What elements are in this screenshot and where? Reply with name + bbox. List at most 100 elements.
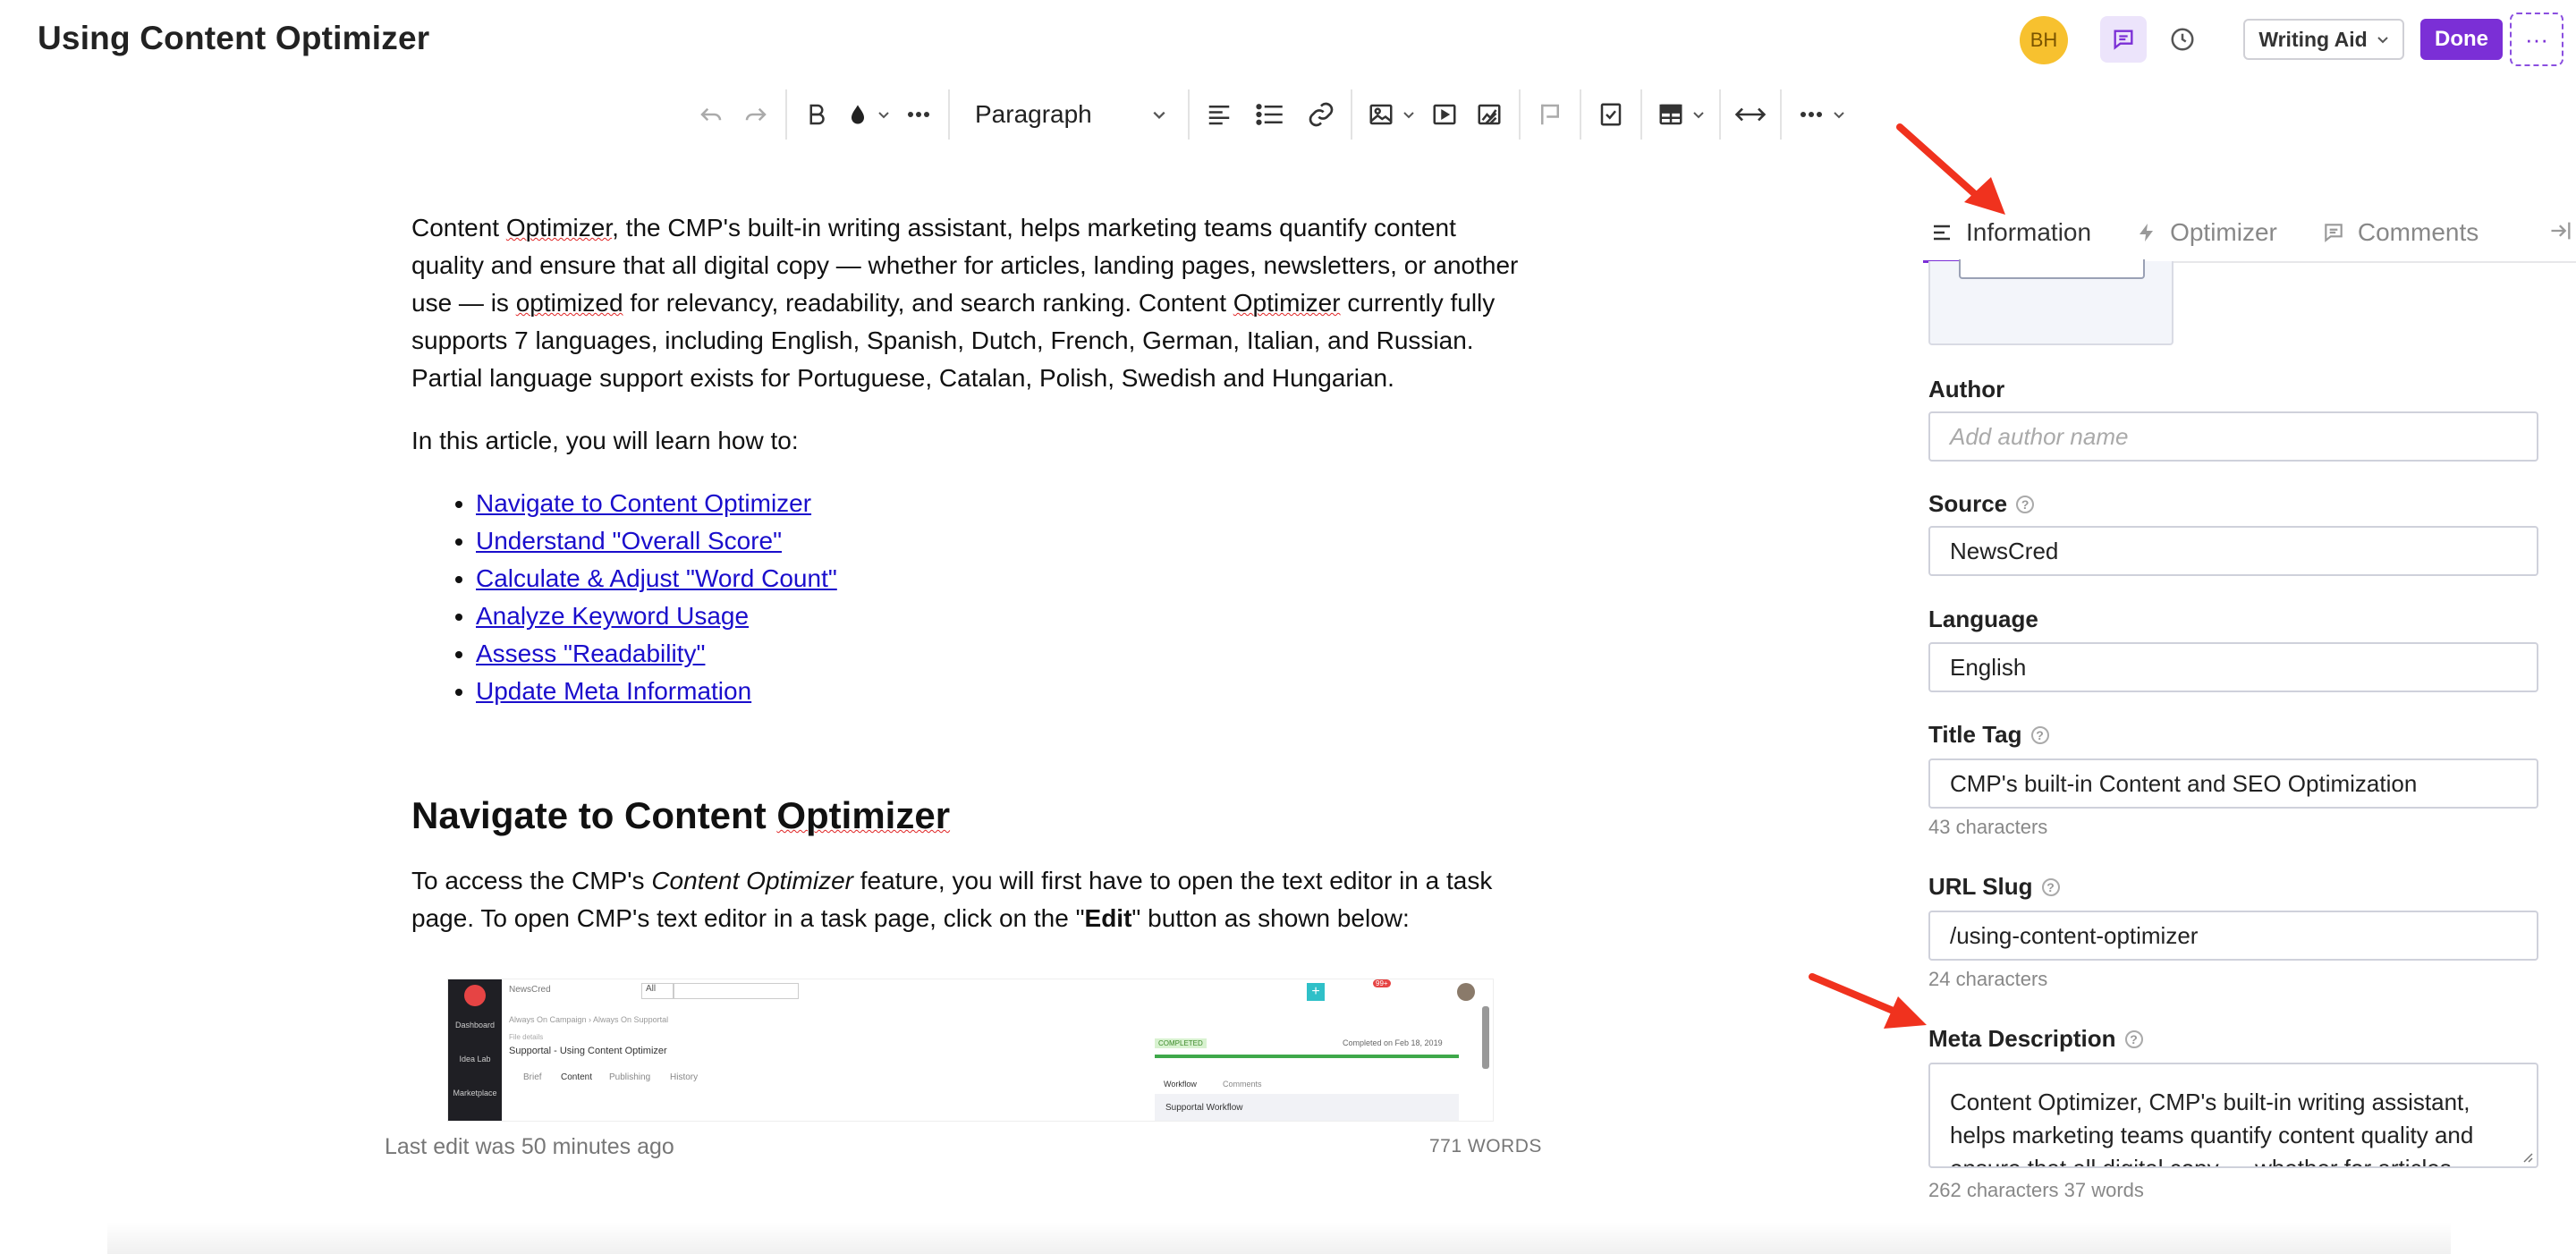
text-color-button[interactable] xyxy=(839,89,896,140)
full-width-button[interactable] xyxy=(1728,89,1773,140)
toc-link[interactable]: Navigate to Content Optimizer xyxy=(476,489,811,517)
toc-link[interactable]: Assess "Readability" xyxy=(476,640,705,667)
list-item: Assess "Readability" xyxy=(476,635,1521,673)
source-input[interactable]: NewsCred xyxy=(1928,526,2538,576)
access-text: " button as shown below: xyxy=(1131,904,1410,932)
done-button[interactable]: Done xyxy=(2420,19,2503,60)
author-input[interactable]: Add author name xyxy=(1928,411,2538,462)
link-button[interactable] xyxy=(1299,89,1343,140)
insert-image-button[interactable] xyxy=(1360,89,1422,140)
embed-task-title: Supportal - Using Content Optimizer xyxy=(509,1046,667,1056)
history-button[interactable] xyxy=(2159,16,2206,63)
insert-video-button[interactable] xyxy=(1422,89,1467,140)
field-label-text: Title Tag xyxy=(1928,721,2022,748)
embed-workflow-row: Supportal Workflow xyxy=(1155,1094,1459,1121)
language-select[interactable]: English xyxy=(1928,642,2538,692)
embed-side-tab: Comments xyxy=(1223,1080,1262,1089)
tab-comments[interactable]: Comments xyxy=(2315,211,2486,254)
change-image-button[interactable] xyxy=(1959,259,2145,279)
insert-table-button[interactable] xyxy=(1649,89,1712,140)
intro-paragraph: Content Optimizer, the CMP's built-in wr… xyxy=(411,209,1521,397)
meta-description-textarea[interactable]: Content Optimizer, CMP's built-in writin… xyxy=(1928,1063,2538,1168)
undo-button[interactable] xyxy=(689,89,733,140)
comment-flag-icon xyxy=(1541,104,1559,125)
help-icon[interactable]: ? xyxy=(2041,877,2060,896)
embed-progress-bar xyxy=(1155,1055,1459,1058)
more-options-button[interactable]: ··· xyxy=(2510,13,2563,66)
meta-description-label: Meta Description? xyxy=(1928,1025,2143,1053)
bold-button[interactable] xyxy=(794,89,839,140)
help-icon[interactable]: ? xyxy=(2124,1029,2143,1048)
title-tag-input[interactable]: CMP's built-in Content and SEO Optimizat… xyxy=(1928,758,2538,809)
collapse-right-icon xyxy=(2551,222,2571,240)
comments-toggle-button[interactable] xyxy=(2100,16,2147,63)
more-formatting-icon xyxy=(908,112,929,117)
toc-link[interactable]: Analyze Keyword Usage xyxy=(476,602,749,630)
embed-scrollbar xyxy=(1482,1006,1489,1069)
embed-tab: Publishing xyxy=(609,1072,651,1082)
tab-optimizer[interactable]: Optimizer xyxy=(2129,211,2284,254)
more-formatting-button[interactable] xyxy=(896,89,941,140)
embed-side-tab: Workflow xyxy=(1164,1080,1197,1089)
embed-filter: All xyxy=(641,983,674,999)
field-label-text: URL Slug xyxy=(1928,873,2033,900)
url-slug-input[interactable]: /using-content-optimizer xyxy=(1928,911,2538,961)
source-label: Source? xyxy=(1928,490,2035,518)
bullet-list-icon xyxy=(1256,104,1283,125)
align-button[interactable] xyxy=(1197,89,1241,140)
redo-icon xyxy=(745,107,767,122)
help-icon[interactable]: ? xyxy=(2030,725,2049,744)
toc-link[interactable]: Understand "Overall Score" xyxy=(476,527,782,555)
access-emphasis: Content Optimizer xyxy=(651,867,853,894)
embed-workflow-label: Supportal Workflow xyxy=(1165,1103,1243,1113)
tab-label: Optimizer xyxy=(2170,218,2277,246)
more-tools-button[interactable] xyxy=(1789,89,1855,140)
toc-link[interactable]: Calculate & Adjust "Word Count" xyxy=(476,564,837,592)
spellcheck-word: optimized xyxy=(515,289,623,317)
field-label-text: Source xyxy=(1928,490,2008,517)
bullet-list-button[interactable] xyxy=(1241,89,1299,140)
meta-description-text: Content Optimizer, CMP's built-in writin… xyxy=(1950,1089,2474,1168)
redo-button[interactable] xyxy=(733,89,778,140)
list-item: Navigate to Content Optimizer xyxy=(476,485,1521,522)
featured-image-box[interactable] xyxy=(1928,259,2174,345)
embed-sidebar: Dashboard Idea Lab Marketplace xyxy=(448,979,502,1121)
checklist-button[interactable] xyxy=(1589,89,1633,140)
toolbar-divider xyxy=(1351,89,1352,140)
section-heading: Navigate to Content Optimizer xyxy=(411,791,1521,841)
paragraph-style-select[interactable]: Paragraph xyxy=(957,89,1181,140)
help-icon[interactable]: ? xyxy=(2016,495,2035,513)
document-title[interactable]: Using Content Optimizer xyxy=(38,20,429,57)
embedded-screenshot[interactable]: Dashboard Idea Lab Marketplace NewsCred … xyxy=(447,979,1494,1122)
tab-label: Comments xyxy=(2357,218,2479,246)
user-avatar[interactable]: BH xyxy=(2020,16,2068,64)
field-label-text: Author xyxy=(1928,376,2005,402)
access-paragraph: To access the CMP's Content Optimizer fe… xyxy=(411,862,1521,937)
bold-icon xyxy=(809,104,825,125)
embed-brand: NewsCred xyxy=(509,985,551,995)
checkbox-icon xyxy=(1600,103,1622,126)
spellcheck-word: Optimizer xyxy=(505,214,613,241)
resize-handle-icon[interactable] xyxy=(2521,1150,2533,1163)
editor-toolbar: Paragraph xyxy=(689,89,1855,140)
spellcheck-word: Optimizer xyxy=(776,794,951,836)
access-text: To access the CMP's xyxy=(411,867,652,894)
embed-task-type: File details xyxy=(509,1033,544,1041)
chart-icon xyxy=(1478,104,1501,125)
chevron-down-icon xyxy=(1153,111,1165,120)
title-tag-count: 43 characters xyxy=(1928,816,2048,838)
collapse-panel-button[interactable] xyxy=(2547,218,2574,248)
embed-tab: Brief xyxy=(523,1072,542,1082)
editor-content[interactable]: Content Optimizer, the CMP's built-in wr… xyxy=(411,209,1521,962)
image-icon xyxy=(1369,104,1393,125)
insert-chart-button[interactable] xyxy=(1467,89,1512,140)
writing-aid-dropdown[interactable]: Writing Aid xyxy=(2243,19,2404,60)
annotation-arrow-icon xyxy=(1896,123,2005,215)
intro-text: Content xyxy=(411,214,506,241)
insert-comment-button[interactable] xyxy=(1528,89,1572,140)
full-width-icon xyxy=(1734,107,1767,122)
toolbar-divider xyxy=(1580,89,1581,140)
language-label: Language xyxy=(1928,606,2038,633)
annotation-arrow-icon xyxy=(1809,973,1927,1029)
toc-link[interactable]: Update Meta Information xyxy=(476,677,751,705)
